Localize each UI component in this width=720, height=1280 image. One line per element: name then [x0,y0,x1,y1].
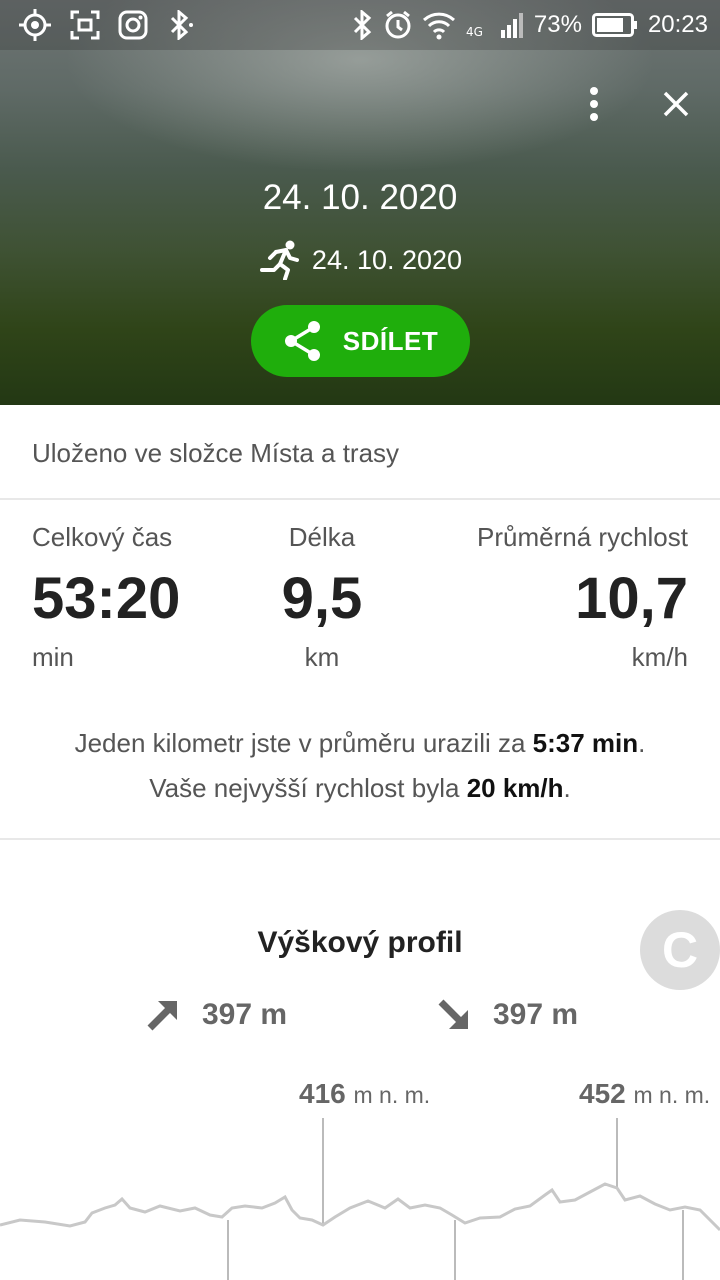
length-unit: km [304,642,340,672]
descent-value: 397 m [493,998,579,1031]
share-label: SDÍLET [342,325,439,356]
saved-folder-text[interactable]: Uloženo ve složce Místa a trasy [32,438,399,469]
alarm-icon [384,10,412,40]
total-time-label: Celkový čas [32,522,173,552]
avg-speed-unit: km/h [631,642,688,672]
activity-date: 24. 10. 2020 [311,244,463,275]
avg-pace-prefix: Jeden kilometr jste v průměru urazili za [74,728,526,758]
fab-label: C [661,922,699,978]
status-bar: 4G 73% 20:23 [0,0,720,50]
more-vert-icon[interactable] [588,86,600,122]
ascent-value: 397 m [202,998,288,1031]
bluetooth-icon [352,10,374,40]
elevation-profile-chart[interactable] [0,1060,720,1280]
header-background: 4G 73% 20:23 24. 10. 2020 24. 10. 2020 S… [0,0,720,405]
divider [0,838,720,840]
running-icon [258,240,302,280]
signal-icon [500,10,524,40]
max-speed-suffix: . [563,773,571,803]
avg-pace-value: 5:37 min [532,728,639,758]
max-speed-text: Vaše nejvyšší rychlost byla 20 km/h. [0,773,720,804]
length-value: 9,5 [281,566,363,631]
elevation-title: Výškový profil [257,926,463,959]
activity-date-row: 24. 10. 2020 [0,240,720,280]
arrow-up-right-icon [146,998,180,1032]
location-icon [18,8,52,42]
instagram-icon [118,10,148,40]
total-time-unit: min [32,642,74,672]
max-speed-prefix: Vaše nejvyšší rychlost byla [149,773,460,803]
page-title: 24. 10. 2020 [262,178,458,217]
descent-stat: 397 m [437,998,578,1032]
avg-pace-text: Jeden kilometr jste v průměru urazili za… [0,728,720,759]
bluetooth-audio-icon [166,10,198,40]
network-4g-icon: 4G [466,10,490,40]
elevation-line [0,1182,720,1232]
avg-speed-value: 10,7 [575,566,688,631]
ascent-stat: 397 m [146,998,287,1032]
svg-text:4G: 4G [466,25,483,39]
screenshot-icon [70,10,100,40]
arrow-down-right-icon [437,998,471,1032]
share-icon [283,320,323,362]
close-icon[interactable] [662,90,690,118]
battery-percent: 73% [533,11,582,38]
avg-pace-suffix: . [638,728,646,758]
divider [0,498,720,500]
fab-button[interactable]: C [640,910,720,990]
clock: 20:23 [647,11,708,38]
total-time-value: 53:20 [32,566,181,631]
max-speed-value: 20 km/h [466,773,564,803]
share-button[interactable]: SDÍLET [251,305,470,377]
battery-icon [591,13,638,37]
wifi-icon [422,10,456,40]
length-label: Délka [288,522,356,552]
avg-speed-label: Průměrná rychlost [477,522,688,552]
